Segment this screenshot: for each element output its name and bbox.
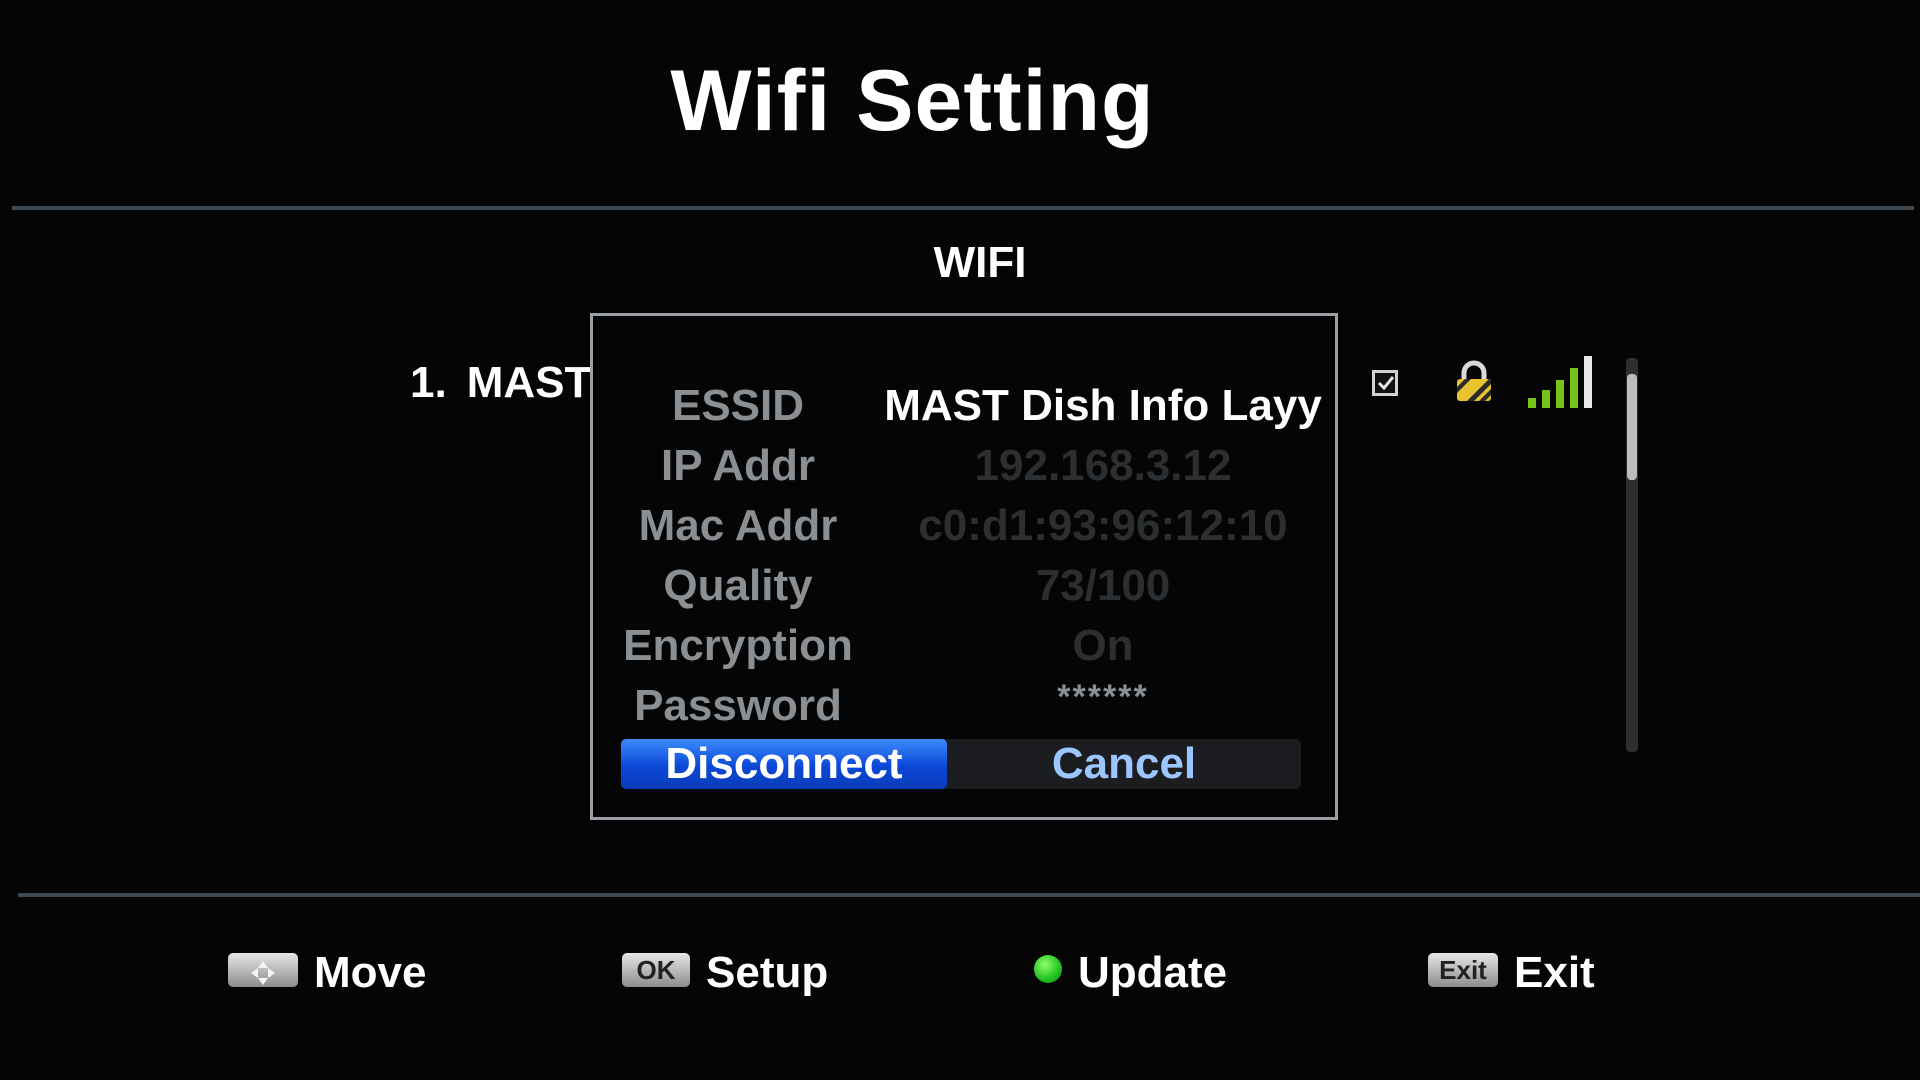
exit-key-icon: Exit xyxy=(1428,953,1498,988)
update-label: Update xyxy=(1078,948,1228,997)
setup-label: Setup xyxy=(706,948,829,997)
network-number: 1. xyxy=(410,358,447,407)
move-label: Move xyxy=(314,948,427,997)
password-value[interactable]: ****** xyxy=(883,678,1323,717)
essid-label: ESSID xyxy=(671,381,805,430)
green-button-icon xyxy=(1034,955,1062,984)
list-scrollbar[interactable] xyxy=(1626,358,1638,752)
cancel-button[interactable]: Cancel xyxy=(947,739,1301,789)
quality-value: 73/100 xyxy=(1035,561,1171,610)
footer-exit-hint: Exit Exit xyxy=(1428,948,1595,998)
ip-addr-label: IP Addr xyxy=(660,441,816,490)
footer-update-hint: Update xyxy=(1034,948,1227,998)
scrollbar-thumb[interactable] xyxy=(1627,374,1637,480)
network-info-dialog: ESSID MAST Dish Info Layy IP Addr 192.16… xyxy=(590,313,1338,820)
lock-icon xyxy=(1452,360,1496,404)
footer-setup-hint: OK Setup xyxy=(622,948,828,998)
quality-label: Quality xyxy=(663,561,813,610)
encryption-value: On xyxy=(1072,621,1134,670)
essid-value: MAST Dish Info Layy xyxy=(884,381,1322,430)
password-label: Password xyxy=(634,681,842,730)
exit-label: Exit xyxy=(1514,948,1595,997)
section-title: WIFI xyxy=(933,238,1027,287)
network-ssid: MAST xyxy=(466,358,592,407)
mac-addr-value: c0:d1:93:96:12:10 xyxy=(918,501,1288,550)
ip-addr-value: 192.168.3.12 xyxy=(974,441,1232,490)
page-title: Wifi Setting xyxy=(670,53,1155,149)
footer-divider xyxy=(18,893,1920,897)
checkbox-checked-icon[interactable] xyxy=(1372,370,1398,396)
mac-addr-label: Mac Addr xyxy=(638,501,838,550)
ok-key-icon: OK xyxy=(622,953,690,988)
encryption-label: Encryption xyxy=(623,621,853,670)
wifi-setting-screen: Wifi Setting WIFI 1. MAST ESSID MAST Dish… xyxy=(0,0,1920,1080)
dialog-button-bar: Disconnect Cancel xyxy=(621,739,1301,789)
signal-strength-icon xyxy=(1526,354,1602,410)
header-divider xyxy=(12,206,1914,210)
disconnect-button[interactable]: Disconnect xyxy=(621,739,947,789)
network-list-item[interactable]: 1. MAST xyxy=(410,358,591,408)
dpad-arrows-icon xyxy=(228,953,298,988)
footer-move-hint: Move xyxy=(228,948,426,998)
